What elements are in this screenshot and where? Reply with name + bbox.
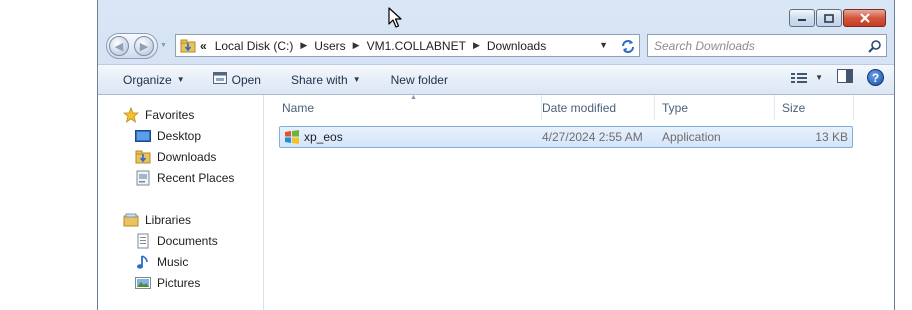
breadcrumb-separator-icon[interactable]: ▶ (471, 40, 482, 51)
column-type-label: Type (662, 100, 689, 115)
breadcrumb-separator-icon[interactable]: ▶ (351, 40, 362, 51)
table-row[interactable]: xp_eos 4/27/2024 2:55 AM Application 13 … (279, 126, 853, 148)
star-icon (123, 107, 139, 123)
share-with-label: Share with (290, 72, 348, 87)
explorer-window: ◀ ▶ ▼ « Local Disk (C:) ▶ Users ▶ VM1.CO… (97, 0, 895, 310)
maximize-icon (824, 13, 834, 23)
search-icon[interactable] (864, 39, 886, 53)
folder-download-icon (179, 38, 197, 54)
breadcrumb-overflow[interactable]: « (197, 35, 210, 56)
preview-pane-button[interactable] (837, 69, 853, 86)
navigation-pane: Favorites Desktop Downloads Recent Place… (98, 95, 264, 310)
back-arrow-icon: ◀ (114, 40, 124, 53)
nav-desktop[interactable]: Desktop (135, 128, 201, 144)
column-size-label: Size (782, 100, 806, 115)
forward-arrow-icon: ▶ (139, 40, 149, 53)
help-icon[interactable]: ? (867, 69, 884, 86)
file-list-pane: Name ▲ Date modified Type Size xp_eos 4/ (264, 94, 894, 310)
back-button[interactable]: ◀ (109, 36, 129, 56)
column-name-label: Name (282, 100, 315, 115)
maximize-button[interactable] (816, 9, 842, 27)
mouse-cursor-icon (388, 7, 402, 32)
nav-desktop-label: Desktop (157, 129, 202, 143)
column-header-date[interactable]: Date modified (534, 95, 655, 120)
column-header-size[interactable]: Size (774, 95, 854, 120)
documents-icon (135, 233, 151, 249)
address-bar[interactable]: « Local Disk (C:) ▶ Users ▶ VM1.COLLABNE… (175, 34, 639, 57)
recent-places-icon (135, 170, 151, 186)
refresh-button[interactable] (616, 34, 640, 57)
nav-music[interactable]: Music (135, 254, 188, 270)
nav-pictures[interactable]: Pictures (135, 275, 200, 291)
view-list-icon (791, 72, 808, 83)
file-date: 4/27/2024 2:55 AM (542, 130, 643, 144)
nav-favorites[interactable]: Favorites (123, 107, 194, 123)
share-with-button[interactable]: Share with ▼ (283, 69, 369, 91)
search-box (647, 34, 887, 57)
back-forward-group: ◀ ▶ (106, 33, 158, 59)
new-folder-button[interactable]: New folder (383, 69, 456, 91)
command-bar: Organize ▼ Open Share with ▼ New folder … (98, 64, 894, 95)
forward-button[interactable]: ▶ (134, 36, 154, 56)
minimize-button[interactable] (789, 9, 815, 27)
desktop-icon (135, 128, 151, 144)
nav-libraries[interactable]: Libraries (123, 212, 191, 228)
libraries-icon (123, 212, 139, 228)
chevron-down-icon: ▼ (352, 75, 361, 84)
address-dropdown-icon[interactable]: ▼ (599, 40, 608, 50)
window-controls (789, 9, 886, 27)
column-header-name[interactable]: Name ▲ (274, 94, 542, 120)
music-icon (135, 254, 151, 270)
organize-button[interactable]: Organize ▼ (115, 69, 193, 91)
sort-ascending-icon: ▲ (410, 94, 417, 101)
breadcrumb-downloads[interactable]: Downloads (482, 35, 551, 56)
open-icon (212, 72, 227, 87)
pictures-icon (135, 275, 151, 291)
nav-documents[interactable]: Documents (135, 233, 218, 249)
preview-pane-icon (837, 69, 853, 83)
breadcrumb-separator-icon[interactable]: ▶ (298, 40, 309, 51)
nav-recent-places-label: Recent Places (157, 171, 235, 185)
close-icon (859, 13, 870, 23)
content-area: Favorites Desktop Downloads Recent Place… (98, 94, 894, 310)
column-header-type[interactable]: Type (654, 95, 775, 120)
close-button[interactable] (843, 9, 886, 27)
organize-label: Organize (123, 72, 172, 87)
open-label: Open (231, 72, 261, 87)
nav-recent-places[interactable]: Recent Places (135, 170, 234, 186)
minimize-icon (798, 19, 806, 21)
file-size: 13 KB (815, 130, 848, 144)
file-name-cell: xp_eos (284, 127, 343, 147)
recent-pages-dropdown[interactable]: ▼ (160, 42, 167, 49)
search-input[interactable] (648, 36, 864, 55)
file-type: Application (662, 130, 721, 144)
column-date-label: Date modified (542, 100, 617, 115)
nav-documents-label: Documents (157, 234, 218, 248)
breadcrumb-local-disk[interactable]: Local Disk (C:) (210, 35, 299, 56)
downloads-folder-icon (135, 149, 151, 165)
nav-downloads[interactable]: Downloads (135, 149, 216, 165)
chevron-down-icon: ▼ (815, 73, 823, 82)
nav-pictures-label: Pictures (157, 276, 201, 290)
nav-music-label: Music (157, 255, 189, 269)
nav-libraries-label: Libraries (145, 213, 192, 227)
change-view-button[interactable]: ▼ (791, 72, 823, 84)
nav-favorites-label: Favorites (145, 108, 195, 122)
refresh-icon (621, 39, 634, 53)
chevron-down-icon: ▼ (160, 42, 167, 49)
new-folder-label: New folder (390, 72, 448, 87)
breadcrumb-users[interactable]: Users (309, 35, 350, 56)
windows-application-icon (284, 129, 300, 145)
open-button[interactable]: Open (205, 69, 269, 91)
nav-downloads-label: Downloads (157, 150, 217, 164)
chevron-down-icon: ▼ (176, 75, 185, 84)
file-name: xp_eos (304, 130, 343, 144)
breadcrumb-vm1-collabnet[interactable]: VM1.COLLABNET (362, 35, 471, 56)
